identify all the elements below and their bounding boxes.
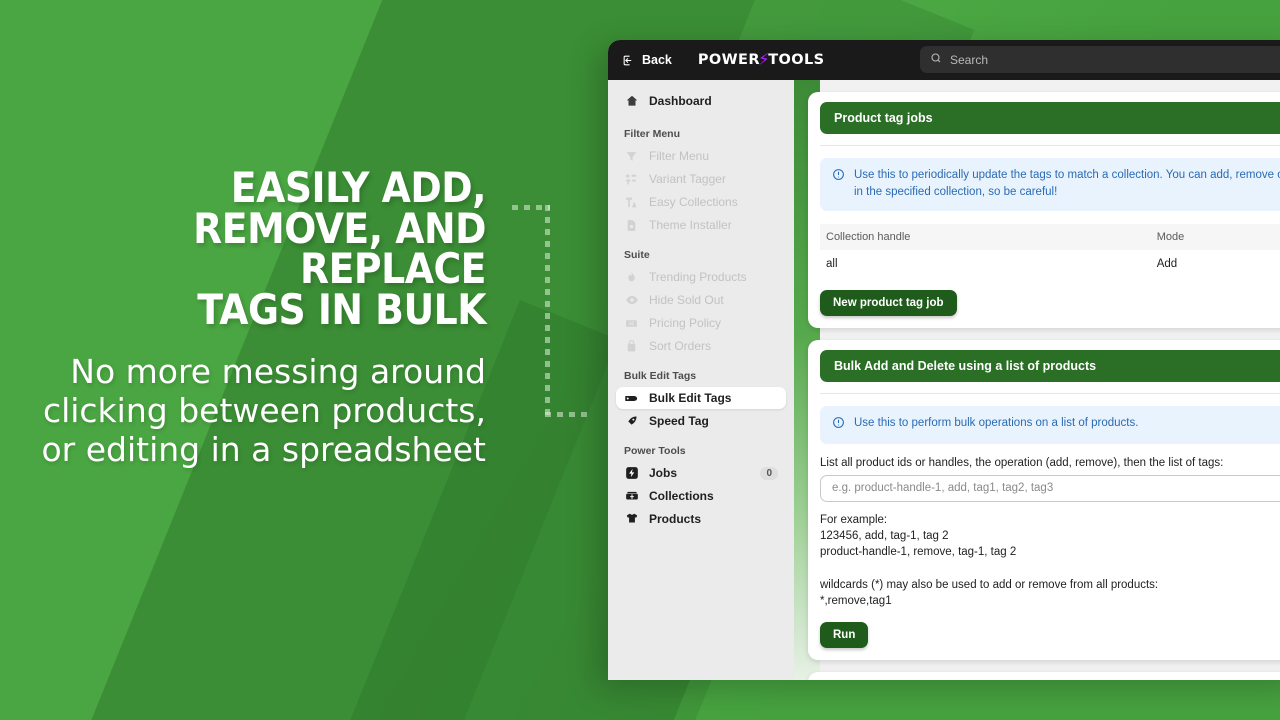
info-icon (832, 416, 845, 435)
table-header-row: Collection handle Mode Tags (820, 223, 1280, 250)
sidebar-group-title: Filter Menu (624, 128, 681, 140)
sidebar-item-label: Products (649, 512, 702, 526)
sidebar-item-label: Bulk Edit Tags (649, 391, 732, 405)
eye-off-icon (624, 293, 639, 308)
promo-headline: EASILY ADD, REMOVE, AND REPLACE TAGS IN … (0, 163, 487, 335)
sidebar-item-sort-orders[interactable]: Sort Orders (616, 335, 786, 357)
flame-icon (624, 270, 639, 285)
sidebar-item-dashboard[interactable]: Dashboard (616, 90, 786, 112)
bulk-field-label: List all product ids or handles, the ope… (820, 456, 1224, 469)
sidebar-item-easy-collections[interactable]: Easy Collections (616, 191, 786, 213)
brand-text-power: POWER (697, 52, 760, 68)
sidebar-item-label: Trending Products (649, 270, 747, 284)
sidebar-item-products[interactable]: Products (616, 508, 786, 530)
card-divider (820, 392, 1280, 394)
sidebar-item-variant-tagger[interactable]: Variant Tagger (616, 168, 786, 190)
sidebar-item-label: Jobs (649, 466, 678, 480)
sidebar-group-title: Suite (624, 249, 650, 261)
shirt-icon (624, 512, 639, 527)
bulk-products-input[interactable]: e.g. product-handle-1, add, tag1, tag2, … (820, 474, 1280, 502)
new-product-tag-job-button[interactable]: New product tag job (820, 289, 957, 316)
dashed-bracket-vertical (545, 205, 550, 417)
sidebar-item-bulk-edit-tags[interactable]: Bulk Edit Tags (616, 387, 786, 409)
brand-logo: POWER ⚡ TOOLS (697, 51, 825, 69)
promo-headline-line: EASILY ADD, (230, 163, 487, 212)
tag-icon (624, 391, 639, 406)
sidebar-item-label: Pricing Policy (649, 316, 722, 330)
collections-icon (624, 195, 639, 210)
promo-headline-line: TAGS IN BULK (197, 285, 486, 335)
column-header: Collection handle (820, 223, 1151, 250)
product-tag-jobs-table: Collection handle Mode Tags all Add new-… (820, 223, 1280, 278)
back-arrow-icon (622, 54, 635, 67)
funnel-icon (624, 149, 639, 164)
app-window: Back POWER ⚡ TOOLS Search Dashboard Filt… (608, 40, 1280, 680)
bulk-products-placeholder: e.g. product-handle-1, add, tag1, tag2, … (832, 482, 1054, 495)
rocket-tag-icon (624, 414, 639, 429)
home-icon (624, 94, 639, 109)
info-banner-text: Use this to periodically update the tags… (854, 169, 1280, 199)
run-button[interactable]: Run (820, 621, 869, 648)
theme-file-icon (624, 218, 639, 233)
bolt-square-icon (624, 466, 639, 481)
search-placeholder: Search (950, 52, 989, 67)
sidebar-item-pricing-policy[interactable]: Pricing Policy (616, 312, 786, 334)
main-content: Product tag jobs Use this to periodicall… (794, 80, 1280, 680)
sidebar-group-title: Power Tools (624, 445, 686, 457)
sidebar-item-label: Theme Installer (649, 218, 732, 232)
card-title: Bulk Add and Delete using a list of prod… (820, 349, 1280, 382)
jobs-count-badge: 0 (760, 466, 778, 480)
sidebar-group-title: Bulk Edit Tags (624, 370, 697, 382)
sidebar-item-label: Hide Sold Out (649, 293, 724, 307)
app-body: Dashboard Filter Menu Filter Menu Varian… (608, 80, 1280, 680)
sidebar-item-label: Sort Orders (649, 339, 712, 353)
info-icon (832, 168, 845, 202)
info-banner: Use this to perform bulk operations on a… (820, 405, 1280, 444)
card-divider (820, 145, 1280, 146)
sidebar-item-label: Collections (649, 489, 714, 503)
sidebar-item-theme-installer[interactable]: Theme Installer (616, 214, 786, 236)
bulk-help-text: For example: 123456, add, tag-1, tag 2 p… (820, 513, 1159, 608)
card-next-partial (808, 671, 1280, 680)
cards-container: Product tag jobs Use this to periodicall… (794, 92, 1280, 680)
cell-mode: Add (1156, 257, 1178, 270)
promo-headline-line: REMOVE, AND (193, 203, 486, 253)
sidebar-item-hide-sold-out[interactable]: Hide Sold Out (616, 289, 786, 311)
app-topbar: Back POWER ⚡ TOOLS Search (608, 40, 1280, 80)
sidebar-item-label: Filter Menu (649, 149, 710, 163)
card-title: Product tag jobs (820, 102, 1280, 134)
search-icon (930, 51, 942, 69)
sidebar: Dashboard Filter Menu Filter Menu Varian… (608, 80, 794, 680)
cell-collection-handle: all (826, 257, 838, 270)
sidebar-item-label: Dashboard (649, 94, 712, 108)
money-percent-icon (624, 316, 639, 331)
card-bulk-add-delete: Bulk Add and Delete using a list of prod… (808, 339, 1280, 660)
basket-icon (624, 339, 639, 354)
info-banner: Use this to periodically update the tags… (820, 158, 1280, 211)
collection-box-icon (624, 489, 639, 504)
sidebar-item-trending-products[interactable]: Trending Products (616, 266, 786, 288)
promo-headline-line: REPLACE (300, 244, 486, 294)
promo-copy: EASILY ADD, REMOVE, AND REPLACE TAGS IN … (0, 163, 500, 470)
sidebar-item-label: Easy Collections (649, 195, 738, 209)
table-row[interactable]: all Add new-tag (820, 250, 1280, 278)
sidebar-item-filter-menu[interactable]: Filter Menu (616, 145, 786, 167)
info-banner-text: Use this to perform bulk operations on a… (854, 416, 1139, 429)
variant-tag-icon (624, 172, 639, 187)
promo-stage: EASILY ADD, REMOVE, AND REPLACE TAGS IN … (0, 0, 1280, 720)
promo-subtext: No more messing around clicking between … (41, 351, 486, 469)
sidebar-item-collections[interactable]: Collections (616, 485, 786, 507)
sidebar-item-jobs[interactable]: Jobs 0 (616, 462, 786, 484)
dashed-bracket-bottom (545, 412, 593, 417)
column-header: Mode (1150, 223, 1280, 250)
sidebar-item-label: Variant Tagger (649, 172, 726, 186)
sidebar-item-label: Speed Tag (649, 414, 709, 428)
back-button[interactable]: Back (622, 53, 672, 67)
brand-text-tools: TOOLS (768, 52, 825, 68)
back-button-label: Back (642, 53, 672, 67)
card-product-tag-jobs: Product tag jobs Use this to periodicall… (808, 92, 1280, 328)
search-input[interactable]: Search (920, 46, 1280, 73)
sidebar-item-speed-tag[interactable]: Speed Tag (616, 410, 786, 432)
